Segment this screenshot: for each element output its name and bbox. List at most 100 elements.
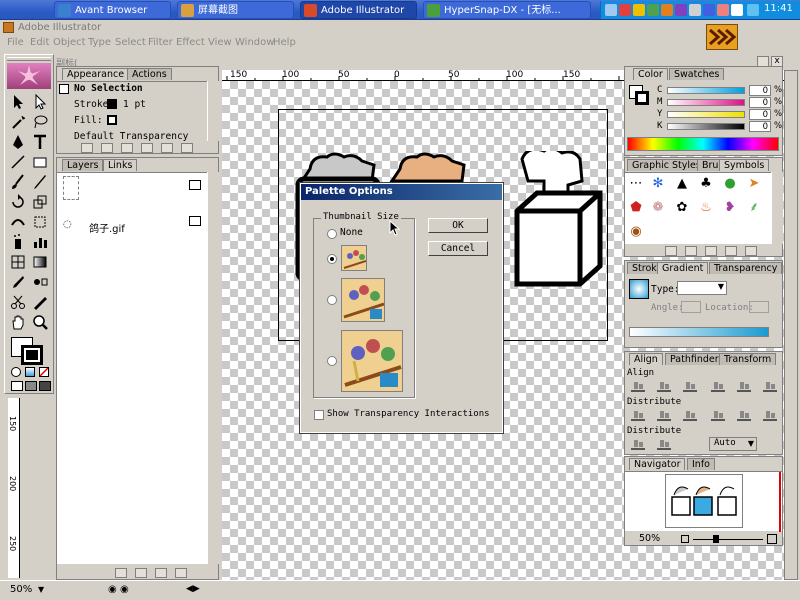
tray-icon[interactable]	[619, 4, 631, 16]
symbol-butterfly-icon[interactable]: ✻	[649, 175, 667, 193]
scale-tool-icon[interactable]	[31, 193, 49, 211]
menu-edit[interactable]: Edit	[30, 35, 49, 50]
delete-symbol-icon[interactable]	[745, 246, 757, 256]
angle-field[interactable]	[681, 301, 701, 313]
symbol-fire-icon[interactable]: ♨	[697, 199, 715, 217]
gradient-swatch[interactable]	[629, 279, 649, 299]
color-stroke-swatch[interactable]	[635, 91, 649, 105]
distribute-top-icon[interactable]	[631, 409, 645, 421]
task-avant-browser[interactable]: Avant Browser	[54, 1, 171, 19]
symbols-scrollbar[interactable]	[771, 172, 783, 244]
tab-transparency[interactable]: Transparency	[709, 262, 783, 274]
scissors-tool-icon[interactable]	[9, 293, 27, 311]
place-symbol-icon[interactable]	[665, 246, 677, 256]
zoom-out-icon[interactable]	[681, 535, 689, 543]
stroke-swatch[interactable]	[21, 345, 43, 365]
symbol-shield-icon[interactable]: ⬟	[627, 199, 645, 217]
none-mode-icon[interactable]	[39, 367, 49, 377]
tray-icon[interactable]	[661, 4, 673, 16]
tab-navigator[interactable]: Navigator	[629, 458, 686, 470]
gradient-ramp[interactable]	[629, 327, 769, 337]
zoom-level[interactable]: 50%	[10, 584, 32, 595]
align-bottom-icon[interactable]	[763, 380, 777, 392]
menu-file[interactable]: File	[7, 35, 24, 50]
cancel-button[interactable]: Cancel	[428, 241, 488, 256]
channel-slider[interactable]	[667, 87, 745, 94]
navigator-zoom[interactable]: 50%	[639, 533, 660, 544]
speaker-icon[interactable]	[731, 4, 743, 16]
list-item[interactable]: ◌ 鸽子.gif	[57, 217, 207, 235]
menu-type[interactable]: Type	[88, 35, 111, 50]
reduce-basic-icon[interactable]	[141, 143, 153, 153]
replace-symbol-icon[interactable]	[685, 246, 697, 256]
status-menu-icon[interactable]: ◉	[120, 584, 129, 595]
graph-tool-icon[interactable]	[31, 233, 49, 251]
ok-button[interactable]: OK	[428, 218, 488, 233]
screen-mode-menu-icon[interactable]	[25, 381, 37, 391]
symbol-sprayer-tool-icon[interactable]	[9, 233, 27, 251]
tray-icon[interactable]	[647, 4, 659, 16]
blend-tool-icon[interactable]	[31, 273, 49, 291]
duplicate-item-icon[interactable]	[161, 143, 173, 153]
radio-small[interactable]	[327, 254, 337, 264]
menu-effect[interactable]: Effect	[176, 35, 205, 50]
rotate-tool-icon[interactable]	[9, 193, 27, 211]
distribute-right-icon[interactable]	[763, 409, 777, 421]
break-link-icon[interactable]	[705, 246, 717, 256]
task-illustrator[interactable]: Adobe Illustrator	[300, 1, 417, 19]
radio-large[interactable]	[327, 356, 337, 366]
channel-value[interactable]: 0	[749, 109, 771, 120]
pen-tool-icon[interactable]	[9, 133, 27, 151]
delete-item-icon[interactable]	[181, 143, 193, 153]
palette-grip[interactable]	[7, 57, 51, 61]
appearance-scrollbar[interactable]	[207, 81, 219, 141]
menu-view[interactable]: View	[208, 35, 232, 50]
navigator-preview[interactable]	[625, 471, 782, 532]
hand-tool-icon[interactable]	[9, 313, 27, 331]
tray-icon[interactable]	[633, 4, 645, 16]
tab-gradient[interactable]: Gradient	[657, 262, 709, 274]
spacing-select[interactable]: Auto ▼	[709, 437, 757, 451]
task-screenshot[interactable]: 屏幕截图	[177, 1, 294, 19]
channel-slider[interactable]	[667, 99, 745, 106]
screen-mode-full-icon[interactable]	[39, 381, 51, 391]
symbol-dots-icon[interactable]: ⋯	[627, 175, 645, 193]
distribute-hspace-icon[interactable]	[657, 438, 671, 450]
go-to-link-icon[interactable]	[135, 568, 147, 578]
channel-slider[interactable]	[667, 123, 745, 130]
menu-object[interactable]: Object	[53, 35, 86, 50]
distribute-left-icon[interactable]	[711, 409, 725, 421]
zoom-slider-thumb[interactable]	[713, 535, 719, 543]
new-symbol-icon[interactable]	[725, 246, 737, 256]
channel-value[interactable]: 0	[749, 85, 771, 96]
free-transform-tool-icon[interactable]	[31, 213, 49, 231]
list-item[interactable]	[57, 173, 207, 203]
tab-transform[interactable]: Transform	[719, 353, 777, 365]
radio-none[interactable]	[327, 229, 337, 239]
warp-tool-icon[interactable]	[9, 213, 27, 231]
symbol-grass-icon[interactable]: ⸙	[745, 199, 763, 217]
radio-medium[interactable]	[327, 295, 337, 305]
distribute-hcenter-icon[interactable]	[737, 409, 751, 421]
align-left-icon[interactable]	[631, 380, 645, 392]
color-spectrum-bar[interactable]	[627, 137, 779, 151]
lasso-tool-icon[interactable]	[31, 113, 49, 131]
tab-symbols[interactable]: Symbols	[719, 159, 770, 171]
edit-original-icon[interactable]	[175, 568, 187, 578]
zoom-tool-icon[interactable]	[31, 313, 49, 331]
screen-mode-standard-icon[interactable]	[11, 381, 23, 391]
tab-pathfinder[interactable]: Pathfinder	[665, 353, 724, 365]
transparency-checkbox[interactable]	[314, 410, 324, 420]
symbol-swirl-icon[interactable]: ❁	[649, 199, 667, 217]
color-mode-icon[interactable]	[11, 367, 21, 377]
zoom-slider[interactable]	[693, 539, 763, 540]
adobe-flower-logo[interactable]	[7, 63, 51, 89]
zoom-in-icon[interactable]	[767, 534, 777, 544]
transparency-label[interactable]: Default Transparency	[74, 131, 188, 142]
tray-icon[interactable]	[689, 4, 701, 16]
align-top-icon[interactable]	[711, 380, 725, 392]
symbol-triangle-icon[interactable]: ▲	[673, 175, 691, 193]
line-tool-icon[interactable]	[9, 153, 27, 171]
menu-filter[interactable]: Filter	[148, 35, 173, 50]
slice-tool-icon[interactable]	[31, 293, 49, 311]
